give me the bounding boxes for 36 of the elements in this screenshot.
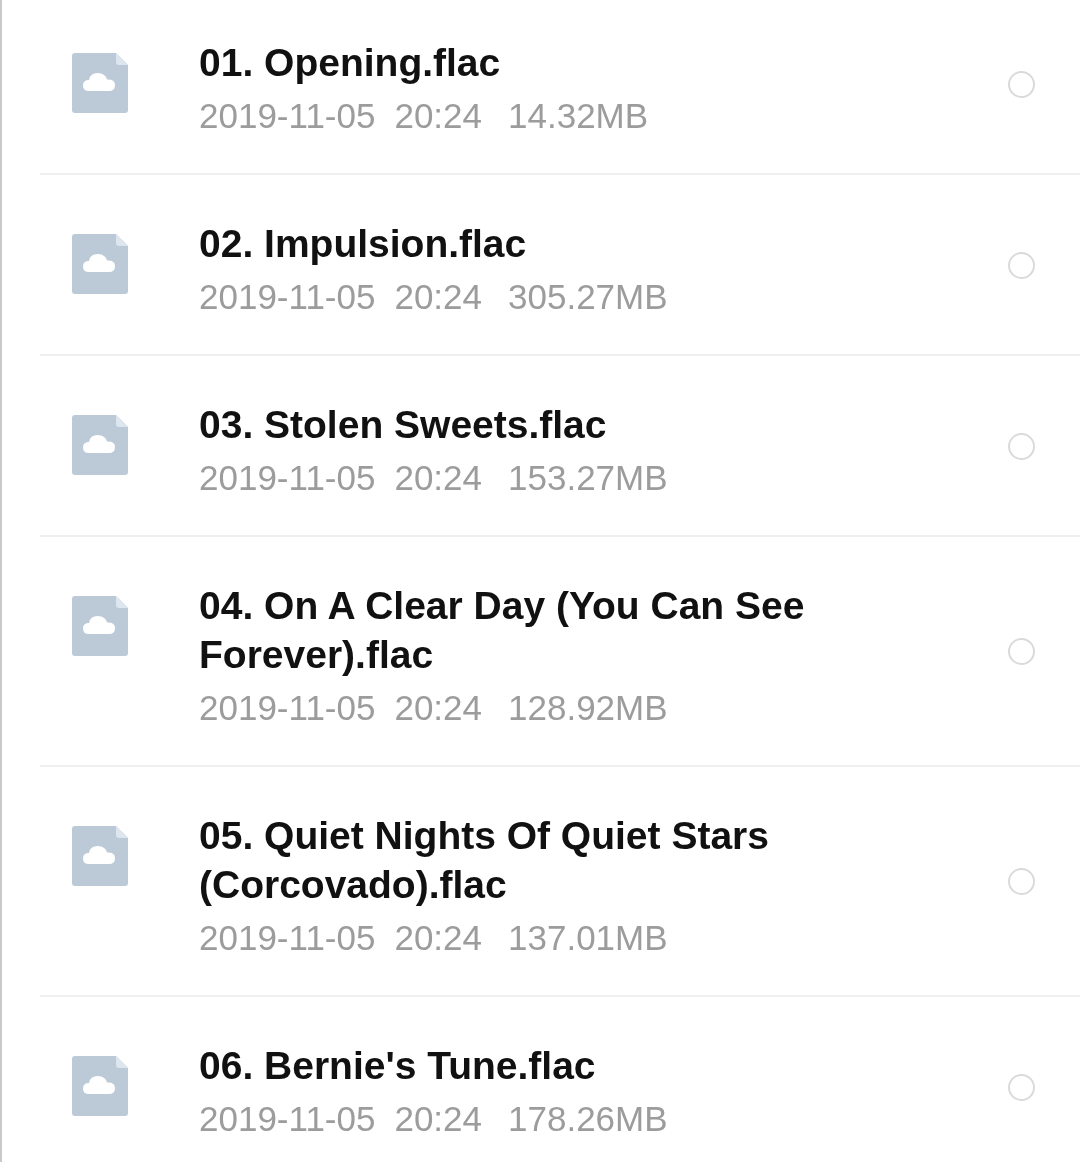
file-time: 20:24 bbox=[394, 1098, 483, 1140]
file-size: 305.27MB bbox=[508, 276, 668, 318]
file-date: 2019-11-05 bbox=[199, 95, 376, 137]
file-time: 20:24 bbox=[394, 276, 483, 318]
select-radio[interactable] bbox=[1008, 868, 1035, 895]
file-time: 20:24 bbox=[394, 457, 483, 499]
file-time: 20:24 bbox=[394, 917, 483, 959]
file-date: 2019-11-05 bbox=[199, 457, 376, 499]
file-size: 14.32MB bbox=[508, 95, 649, 137]
cloud-document-icon bbox=[72, 234, 128, 294]
file-size: 153.27MB bbox=[508, 457, 668, 499]
select-radio[interactable] bbox=[1008, 638, 1035, 665]
file-date: 2019-11-05 bbox=[199, 276, 376, 318]
file-name: 03. Stolen Sweets.flac bbox=[199, 402, 608, 448]
cloud-document-icon bbox=[72, 826, 128, 886]
file-time: 20:24 bbox=[394, 95, 483, 137]
file-size: 178.26MB bbox=[508, 1098, 668, 1140]
cloud-document-icon bbox=[72, 415, 128, 475]
file-name: 04. On A Clear Day (You Can See Forever).flac bbox=[199, 583, 806, 678]
select-radio[interactable] bbox=[1008, 251, 1035, 279]
file-time: 20:24 bbox=[394, 687, 483, 729]
file-size: 137.01MB bbox=[508, 917, 668, 959]
cloud-document-icon bbox=[72, 596, 128, 656]
file-name: 05. Quiet Nights Of Quiet Stars (Corcovado).flac bbox=[199, 813, 770, 908]
file-date: 2019-11-05 bbox=[199, 1098, 376, 1140]
select-radio[interactable] bbox=[1008, 1073, 1035, 1101]
file-date: 2019-11-05 bbox=[199, 687, 376, 729]
file-name: 06. Bernie's Tune.flac bbox=[199, 1043, 597, 1089]
file-name: 02. Impulsion.flac bbox=[199, 221, 528, 267]
file-size: 128.92MB bbox=[508, 687, 668, 729]
cloud-document-icon bbox=[72, 53, 128, 113]
file-date: 2019-11-05 bbox=[199, 917, 376, 959]
select-radio[interactable] bbox=[1008, 70, 1035, 98]
select-radio[interactable] bbox=[1008, 432, 1035, 460]
cloud-document-icon bbox=[72, 1056, 128, 1116]
file-name: 01. Opening.flac bbox=[199, 40, 502, 86]
